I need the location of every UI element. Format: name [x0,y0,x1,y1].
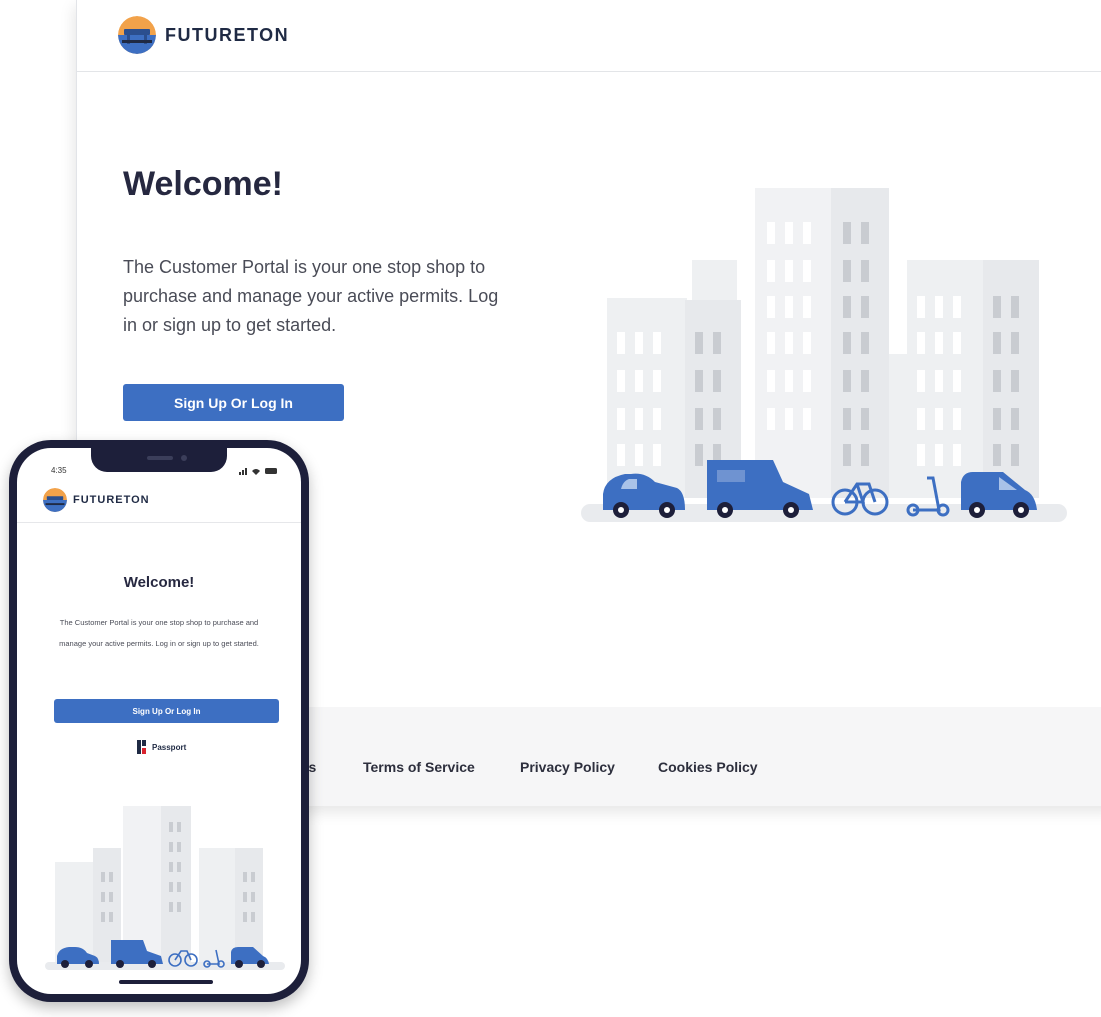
phone-intro-text: The Customer Portal is your one stop sho… [59,618,259,648]
site-header: FUTURETON [77,0,1101,72]
phone-notch [91,448,227,472]
footer-link-terms-of-service[interactable]: Terms of Service [363,759,475,775]
phone-city-vehicles-illustration [45,806,285,970]
futureton-logo-icon [118,16,156,54]
signal-wifi-battery-icons [239,468,277,475]
futureton-logo-icon [43,488,67,512]
page-title: Welcome! [123,165,283,203]
status-time: 4:35 [51,466,67,475]
phone-sign-up-or-log-in-button[interactable]: Sign Up Or Log In [54,699,279,723]
intro-text: The Customer Portal is your one stop sho… [123,257,499,335]
city-vehicles-illustration [581,188,1067,522]
passport-branding: Passport [137,740,186,754]
passport-name: Passport [152,742,187,752]
phone-screen: 4:35 FUTURETON Welcome! The Customer Por… [17,448,301,994]
sign-up-or-log-in-button[interactable]: Sign Up Or Log In [123,384,344,421]
speaker-icon [147,456,173,460]
phone-brand-name: FUTURETON [73,494,150,506]
footer-link-privacy-policy[interactable]: Privacy Policy [520,759,615,775]
camera-icon [181,455,187,461]
phone-site-header: FUTURETON [17,480,301,523]
brand-name: FUTURETON [165,24,290,45]
brand-logo[interactable]: FUTURETON [118,16,289,54]
passport-logo-icon [137,740,146,754]
phone-brand-logo[interactable]: FUTURETON [43,488,150,512]
home-indicator [119,980,213,984]
footer-link-cookies-policy[interactable]: Cookies Policy [658,759,758,775]
phone-page-title: Welcome! [123,574,195,591]
phone-mockup: 4:35 FUTURETON Welcome! The Customer Por… [9,440,309,1002]
